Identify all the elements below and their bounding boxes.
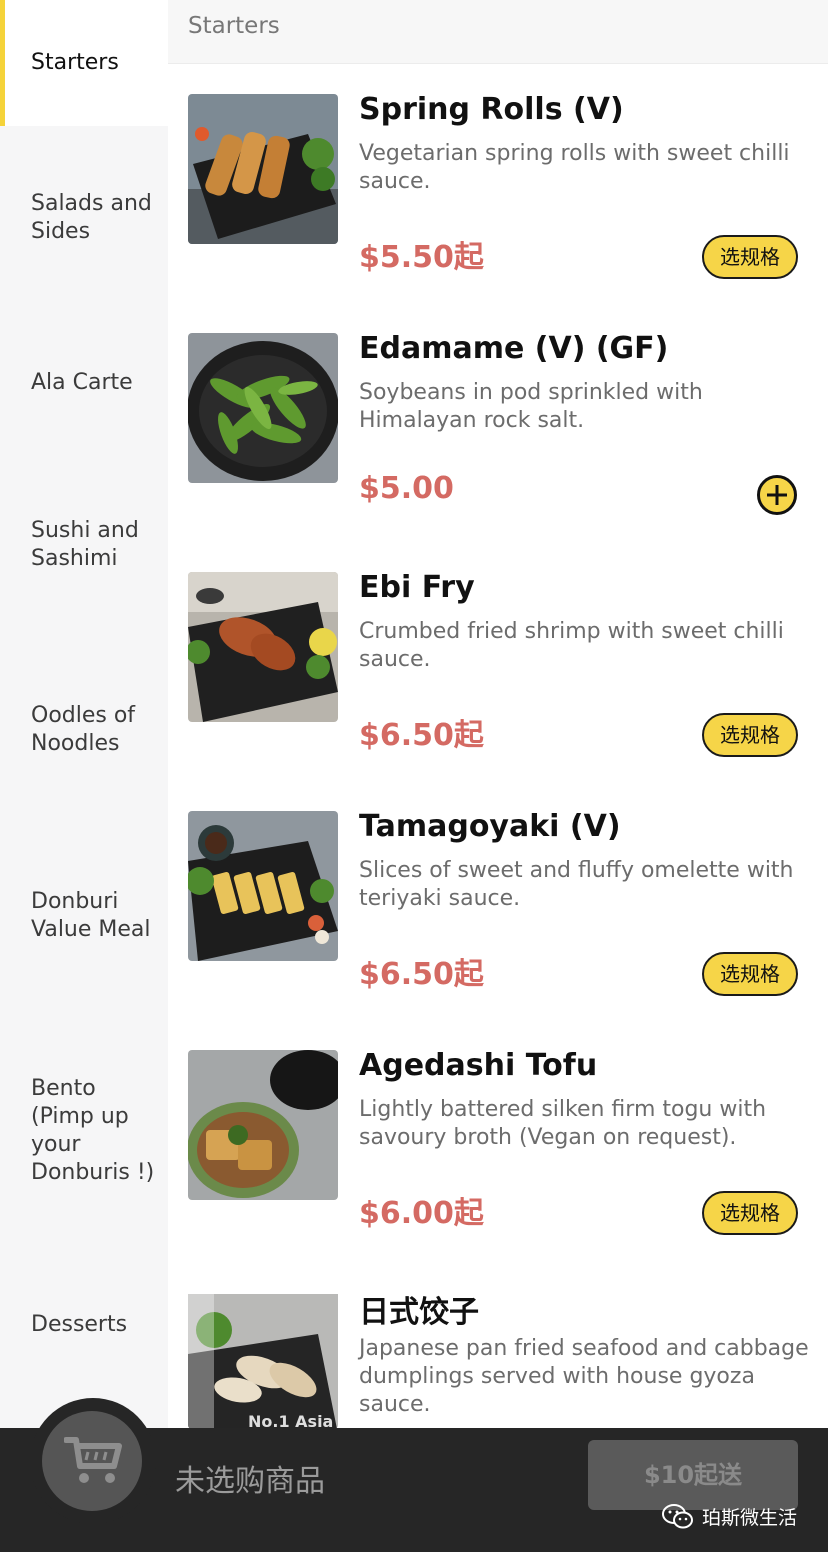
sidebar-item-label: Starters [31, 50, 119, 75]
food-image [188, 333, 338, 483]
sidebar-item-label: Desserts [31, 1312, 128, 1337]
section-header: Starters [168, 0, 828, 64]
item-price: $5.50起 [359, 240, 484, 275]
food-image: No.1 Asia [188, 1289, 338, 1429]
item-name: Tamagoyaki (V) [359, 809, 621, 844]
select-options-button[interactable]: 选规格 [702, 713, 798, 757]
select-options-button[interactable]: 选规格 [702, 952, 798, 996]
menu-item[interactable]: No.1 Asia 日式饺子 Japanese pan fried seafoo… [168, 1259, 828, 1429]
menu-item[interactable]: Spring Rolls (V) Vegetarian spring rolls… [168, 64, 828, 304]
menu-item[interactable]: Agedashi Tofu Lightly battered silken fi… [168, 1020, 828, 1260]
add-to-cart-button[interactable] [757, 475, 797, 515]
item-name: Edamame (V) (GF) [359, 331, 669, 366]
sidebar-item-label: Ala Carte [31, 370, 133, 395]
sidebar-item-desserts[interactable]: Desserts [0, 1292, 168, 1358]
item-price: $6.50起 [359, 957, 484, 992]
item-description: Vegetarian spring rolls with sweet chill… [359, 141, 790, 194]
watermark-text: 珀斯微生活 [702, 1507, 798, 1529]
select-options-button[interactable]: 选规格 [702, 1191, 798, 1235]
cart-button[interactable] [42, 1411, 142, 1511]
item-description: Lightly battered silken firm togu with s… [359, 1097, 767, 1150]
sidebar-item-ala-carte[interactable]: Ala Carte [0, 350, 168, 416]
item-price: $6.00起 [359, 1196, 484, 1231]
menu-item[interactable]: Edamame (V) (GF) Soybeans in pod sprinkl… [168, 303, 828, 543]
item-name: Spring Rolls (V) [359, 92, 624, 127]
minimum-order-button[interactable]: $10起送 [588, 1440, 798, 1510]
item-description: Slices of sweet and fluffy omelette with… [359, 858, 794, 911]
section-title: Starters [188, 13, 280, 39]
category-sidebar: Starters Salads and Sides Ala Carte Sush… [0, 0, 168, 1428]
sidebar-item-label: Donburi Value Meal [31, 889, 151, 942]
item-name: Ebi Fry [359, 570, 475, 605]
item-name: 日式饺子 [359, 1295, 479, 1330]
item-description: Crumbed fried shrimp with sweet chilli s… [359, 619, 784, 672]
food-image [188, 811, 338, 961]
sidebar-item-bento[interactable]: Bento (Pimp up your Donburis !) [0, 1040, 168, 1222]
sidebar-item-label: Bento (Pimp up your Donburis !) [31, 1076, 155, 1185]
food-image [188, 572, 338, 722]
cart-status-text: 未选购商品 [175, 1464, 325, 1499]
menu-item[interactable]: Tamagoyaki (V) Slices of sweet and fluff… [168, 781, 828, 1021]
wechat-icon [662, 1503, 693, 1528]
select-options-button[interactable]: 选规格 [702, 235, 798, 279]
sidebar-item-salads-and-sides[interactable]: Salads and Sides [0, 148, 168, 288]
image-watermark: No.1 Asia [248, 1412, 333, 1429]
item-name: Agedashi Tofu [359, 1048, 598, 1083]
food-image [188, 1050, 338, 1200]
sidebar-item-donburi-value-meal[interactable]: Donburi Value Meal [0, 846, 168, 986]
item-price: $6.50起 [359, 718, 484, 753]
sidebar-item-label: Salads and Sides [31, 191, 152, 244]
item-description: Japanese pan fried seafood and cabbage d… [359, 1336, 809, 1417]
sidebar-item-sushi-and-sashimi[interactable]: Sushi and Sashimi [0, 475, 168, 615]
wechat-watermark: 珀斯微生活 [662, 1503, 797, 1530]
shopping-cart-icon [64, 1437, 122, 1483]
sidebar-item-oodles-of-noodles[interactable]: Oodles of Noodles [0, 660, 168, 800]
item-description: Soybeans in pod sprinkled with Himalayan… [359, 380, 703, 433]
sidebar-item-starters[interactable]: Starters [0, 0, 168, 126]
sidebar-item-label: Sushi and Sashimi [31, 518, 139, 571]
sidebar-item-label: Oodles of Noodles [31, 703, 136, 756]
item-price: $5.00 [359, 471, 454, 506]
food-image [188, 94, 338, 244]
menu-item[interactable]: Ebi Fry Crumbed fried shrimp with sweet … [168, 542, 828, 782]
